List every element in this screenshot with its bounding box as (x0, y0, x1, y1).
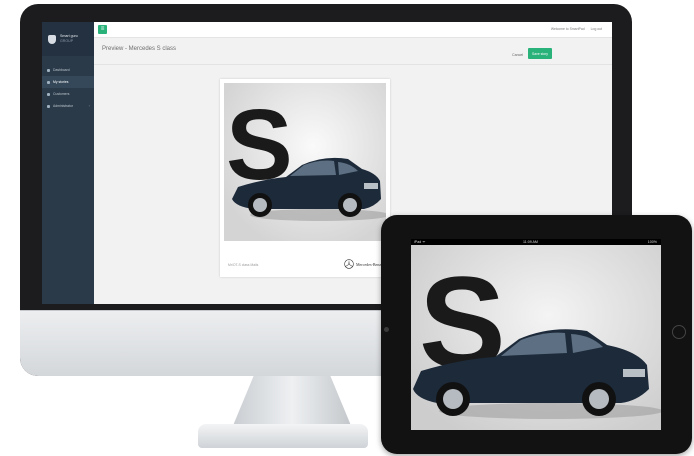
ad-image: S (224, 83, 386, 241)
mercedes-star-icon (344, 259, 354, 269)
save-story-button[interactable]: Save story (528, 48, 552, 59)
menu-toggle-button[interactable]: ≡ (98, 25, 107, 34)
sidebar-item-administrator[interactable]: Administrator › (42, 100, 94, 112)
sidebar-item-customers[interactable]: Customers (42, 88, 94, 100)
ipad-device: iPad ᯤ 11:09 AM 100% S (381, 215, 692, 454)
ad-footer-text: Mr/OT-S class Mails (228, 263, 259, 267)
topbar: ≡ Welcome to SmartPad Log out (94, 22, 612, 38)
imac-stand (232, 376, 352, 428)
page-title: Preview - Mercedes S class (102, 46, 177, 52)
sidebar-item-my-stories[interactable]: My stories (42, 76, 94, 88)
logo-subtitle: GROUP (60, 39, 74, 43)
gear-icon (47, 104, 50, 108)
camera-icon (384, 327, 389, 332)
pencil-icon (47, 80, 50, 84)
users-icon (47, 92, 50, 96)
car-ad-graphic: S (226, 89, 386, 221)
chevron-right-icon: › (88, 103, 90, 108)
ad-preview-card: S Mr/OT-S class Mails Mercedes-Benz (220, 79, 390, 277)
logout-link[interactable]: Log out (591, 27, 602, 31)
header-divider (94, 64, 612, 65)
ipad-screen: iPad ᯤ 11:09 AM 100% S (411, 239, 661, 430)
shield-logo-icon (48, 34, 56, 44)
sidebar-item-label: Customers (53, 92, 70, 96)
sidebar-item-label: Dashboard (53, 68, 70, 72)
sidebar: Smart guru GROUP Dashboard My stories Cu… (42, 22, 94, 304)
sidebar-nav: Dashboard My stories Customers Administr… (42, 56, 94, 112)
ipad-car-ad-graphic: S (413, 249, 661, 419)
sidebar-item-label: My stories (53, 80, 69, 84)
imac-stand-base (198, 424, 368, 448)
welcome-text: Welcome to SmartPad (550, 27, 585, 31)
cancel-button[interactable]: Cancel (512, 53, 523, 57)
app-logo[interactable]: Smart guru GROUP (42, 22, 94, 56)
dashboard-icon (47, 68, 50, 72)
brand-name: Mercedes-Benz (356, 262, 382, 267)
home-button[interactable] (672, 325, 686, 339)
sidebar-item-label: Administrator (53, 104, 73, 108)
sidebar-item-dashboard[interactable]: Dashboard (42, 64, 94, 76)
